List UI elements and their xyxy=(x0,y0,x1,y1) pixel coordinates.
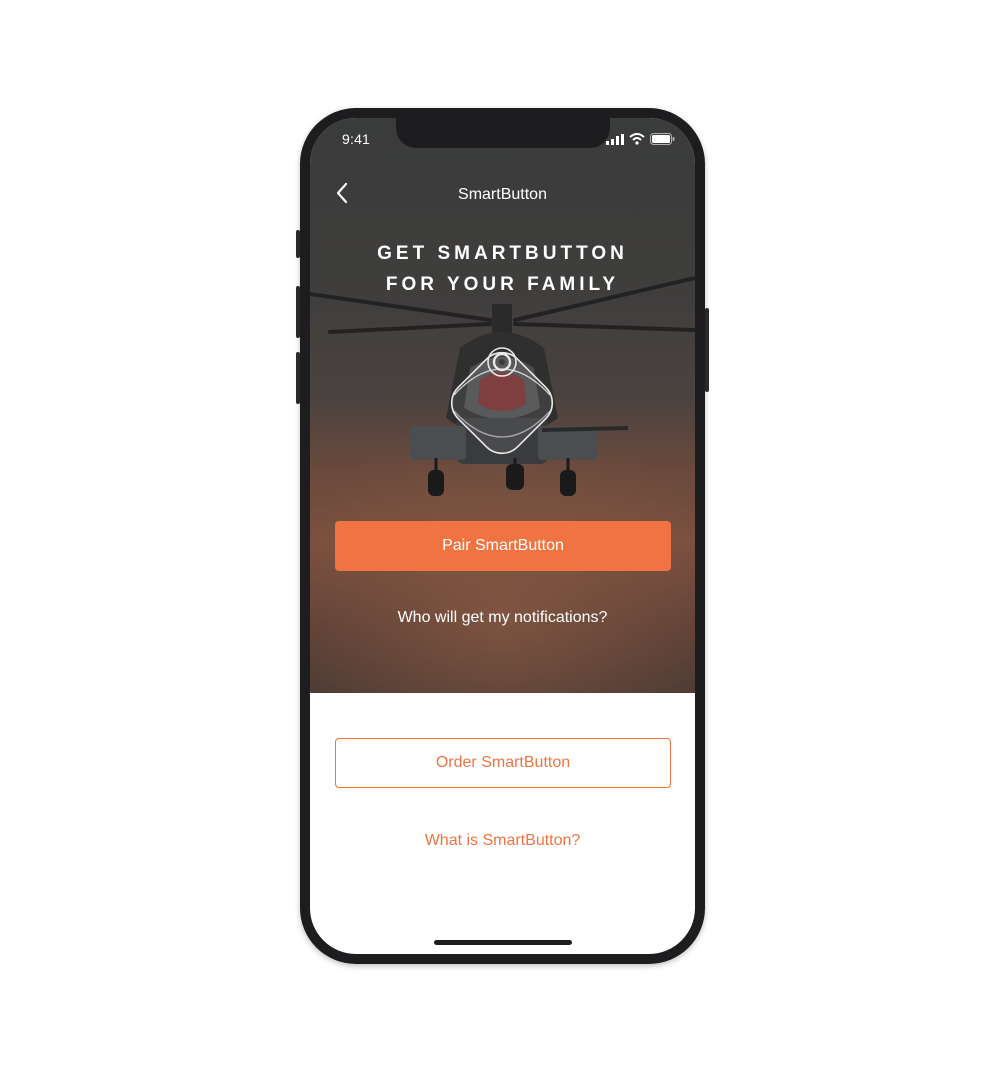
phone-frame: 9:41 SmartButton GET SMARTBUTTON FOR YOU… xyxy=(296,108,709,964)
hero-section: 9:41 SmartButton GET SMARTBUTTON FOR YOU… xyxy=(310,118,695,693)
battery-icon xyxy=(650,133,675,145)
headline-line-1: GET SMARTBUTTON xyxy=(377,243,628,264)
signal-icon xyxy=(606,134,624,145)
what-is-smartbutton-link[interactable]: What is SmartButton? xyxy=(310,832,695,850)
smartbutton-device-icon xyxy=(450,347,554,455)
volume-up-button xyxy=(296,286,300,338)
notch xyxy=(396,118,610,148)
hero-headline: GET SMARTBUTTON FOR YOUR FAMILY xyxy=(310,238,695,300)
status-icons xyxy=(606,133,675,145)
notifications-link[interactable]: Who will get my notifications? xyxy=(310,609,695,627)
pair-smartbutton-button[interactable]: Pair SmartButton xyxy=(335,521,671,571)
wifi-icon xyxy=(629,133,645,145)
volume-down-button xyxy=(296,352,300,404)
app-screen: 9:41 SmartButton GET SMARTBUTTON FOR YOU… xyxy=(310,118,695,954)
order-smartbutton-button[interactable]: Order SmartButton xyxy=(335,738,671,788)
mute-switch xyxy=(296,230,300,258)
power-button xyxy=(705,308,709,392)
page-title: SmartButton xyxy=(458,186,547,203)
status-time: 9:41 xyxy=(342,131,371,147)
home-indicator[interactable] xyxy=(434,940,572,945)
headline-line-2: FOR YOUR FAMILY xyxy=(385,274,620,295)
